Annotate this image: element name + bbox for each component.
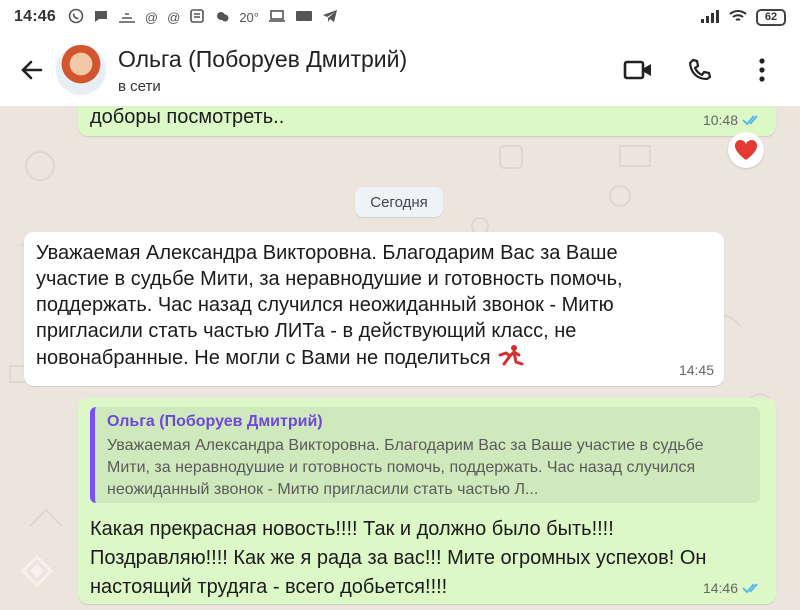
message-text: Какая прекрасная новость!!!! Так и должн… bbox=[90, 518, 707, 598]
chat-area[interactable]: доборы посмотреть.. 10:48 Сегодня Уважае… bbox=[0, 106, 800, 610]
chat-header: Ольга (Поборуев Дмитрий) в сети bbox=[0, 34, 800, 106]
quoted-message[interactable]: Ольга (Поборуев Дмитрий) Уважаемая Алекс… bbox=[90, 407, 760, 503]
contact-info[interactable]: Ольга (Поборуев Дмитрий) в сети bbox=[118, 46, 407, 95]
date-separator: Сегодня bbox=[355, 187, 443, 217]
weather-icon bbox=[214, 8, 230, 26]
quote-author: Ольга (Поборуев Дмитрий) bbox=[107, 413, 323, 430]
dancer-emoji-icon bbox=[496, 345, 524, 369]
quote-text: Уважаемая Александра Викторовна. Благода… bbox=[107, 437, 704, 498]
heart-icon bbox=[734, 139, 758, 160]
battery-icon: 62 bbox=[756, 8, 786, 26]
at-icon: @ bbox=[167, 9, 181, 25]
message-bubble-outgoing[interactable]: Ольга (Поборуев Дмитрий) Уважаемая Алекс… bbox=[78, 398, 776, 604]
video-call-icon[interactable] bbox=[622, 54, 654, 86]
wifi-icon bbox=[728, 8, 748, 27]
message-bubble-incoming[interactable]: Уважаемая Александра Викторовна. Благода… bbox=[24, 232, 724, 386]
timestamp: 14:46 bbox=[702, 580, 738, 596]
chat-icon bbox=[93, 8, 109, 26]
read-ticks-icon bbox=[742, 115, 758, 126]
contact-name: Ольга (Поборуев Дмитрий) bbox=[118, 45, 408, 72]
message-text: доборы посмотреть.. bbox=[90, 106, 285, 128]
more-options-icon[interactable] bbox=[746, 54, 778, 86]
message-time: 14:46 bbox=[703, 580, 762, 596]
heart-reaction[interactable] bbox=[728, 132, 764, 168]
signal-icon bbox=[118, 8, 136, 26]
read-ticks-icon bbox=[742, 583, 758, 594]
message-time: 10:48 bbox=[703, 112, 762, 128]
telegram-icon bbox=[322, 8, 338, 26]
contact-avatar[interactable] bbox=[56, 45, 106, 95]
back-arrow-icon[interactable] bbox=[16, 54, 48, 86]
at-icon: @ bbox=[144, 9, 159, 25]
temperature-label: 20° bbox=[239, 9, 259, 25]
mail-icon bbox=[189, 8, 205, 26]
timestamp: 10:48 bbox=[702, 112, 738, 128]
notification-icons: @ @ 20° bbox=[68, 8, 338, 26]
laptop-icon bbox=[268, 8, 286, 26]
contact-status: в сети bbox=[118, 77, 161, 95]
keyboard-icon bbox=[295, 8, 313, 26]
status-time: 14:46 bbox=[14, 8, 56, 25]
status-bar: 14:46 @ @ 20° 62 bbox=[0, 0, 800, 34]
watermark-logo-icon bbox=[20, 554, 54, 588]
voice-call-icon[interactable] bbox=[684, 54, 716, 86]
message-bubble-outgoing[interactable]: доборы посмотреть.. 10:48 bbox=[78, 106, 776, 136]
cell-signal-icon bbox=[700, 8, 720, 27]
system-indicators: 62 bbox=[700, 8, 786, 27]
header-actions bbox=[622, 54, 778, 86]
message-time: 14:45 bbox=[679, 362, 714, 378]
message-text: Уважаемая Александра Викторовна. Благода… bbox=[36, 242, 623, 369]
timestamp: 14:45 bbox=[678, 362, 714, 378]
whatsapp-icon bbox=[68, 8, 84, 26]
